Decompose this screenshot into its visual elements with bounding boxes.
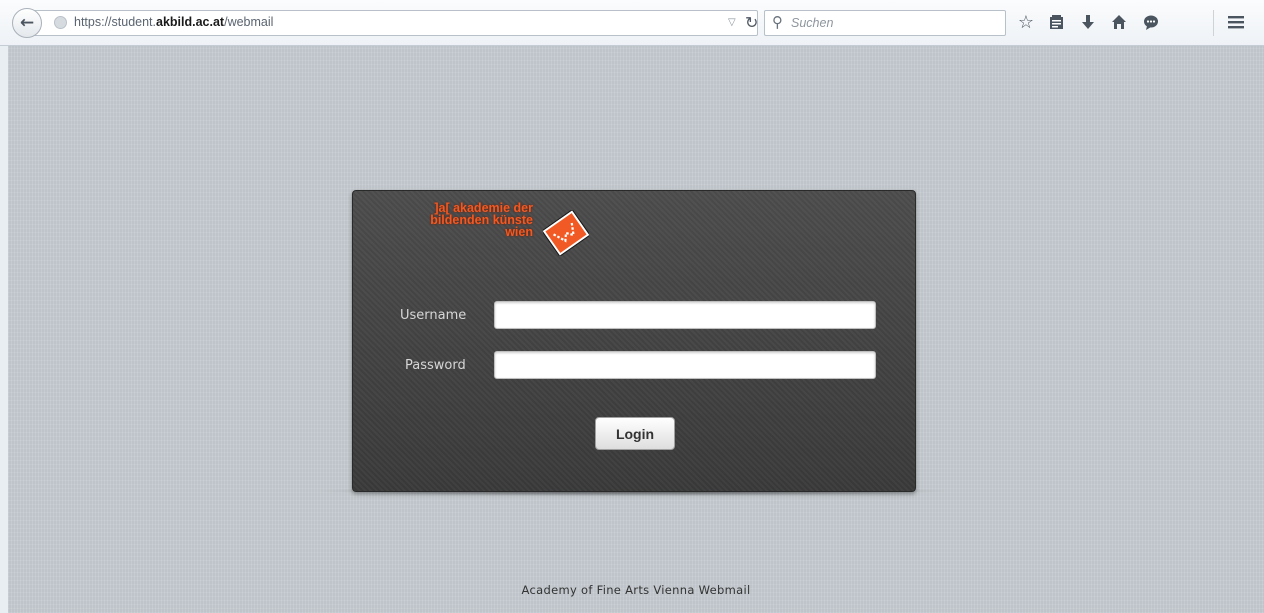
reload-icon[interactable]: ↻ [745,13,758,32]
url-dropdown-icon[interactable]: ▽ [728,17,736,28]
password-input[interactable] [494,351,876,379]
login-panel: ]a[ akademie der bildenden künste wien U… [352,190,916,492]
menu-icon[interactable] [1223,9,1249,35]
page-footer: Academy of Fine Arts Vienna Webmail [521,583,751,597]
home-icon[interactable] [1106,9,1132,35]
url-domain: akbild.ac.at [156,15,225,29]
search-icon: ⚲ [772,13,783,31]
site-identity-icon[interactable] [54,16,67,29]
bookmark-star-icon[interactable]: ☆ [1013,9,1039,35]
login-button[interactable]: Login [595,417,675,450]
page-background: ]a[ akademie der bildenden künste wien U… [8,46,1264,613]
url-text[interactable]: https://student.akbild.ac.at/webmail [74,15,273,29]
bookmarks-list-icon[interactable] [1043,9,1069,35]
download-icon[interactable] [1075,9,1101,35]
logo-line-3: wien [505,225,533,239]
back-arrow-icon: ← [19,13,35,33]
search-bar[interactable]: ⚲ Suchen [764,10,1006,36]
username-input[interactable] [494,301,876,329]
back-button[interactable]: ← [12,8,42,38]
url-path: /webmail [224,15,274,29]
url-bar[interactable]: https://student.akbild.ac.at/webmail ▽ ↻ [30,10,758,36]
chat-icon[interactable] [1138,9,1164,35]
logo-mark-icon [543,210,589,256]
password-label: Password [405,358,466,373]
akademie-logo: ]a[ akademie der bildenden künste wien [409,202,595,268]
browser-toolbar: https://student.akbild.ac.at/webmail ▽ ↻… [0,0,1264,46]
url-prefix: https://student. [74,15,156,29]
toolbar-separator [1213,10,1214,36]
search-placeholder: Suchen [791,16,834,30]
username-label: Username [400,308,467,323]
logo-text: ]a[ akademie der bildenden künste wien [409,202,533,268]
